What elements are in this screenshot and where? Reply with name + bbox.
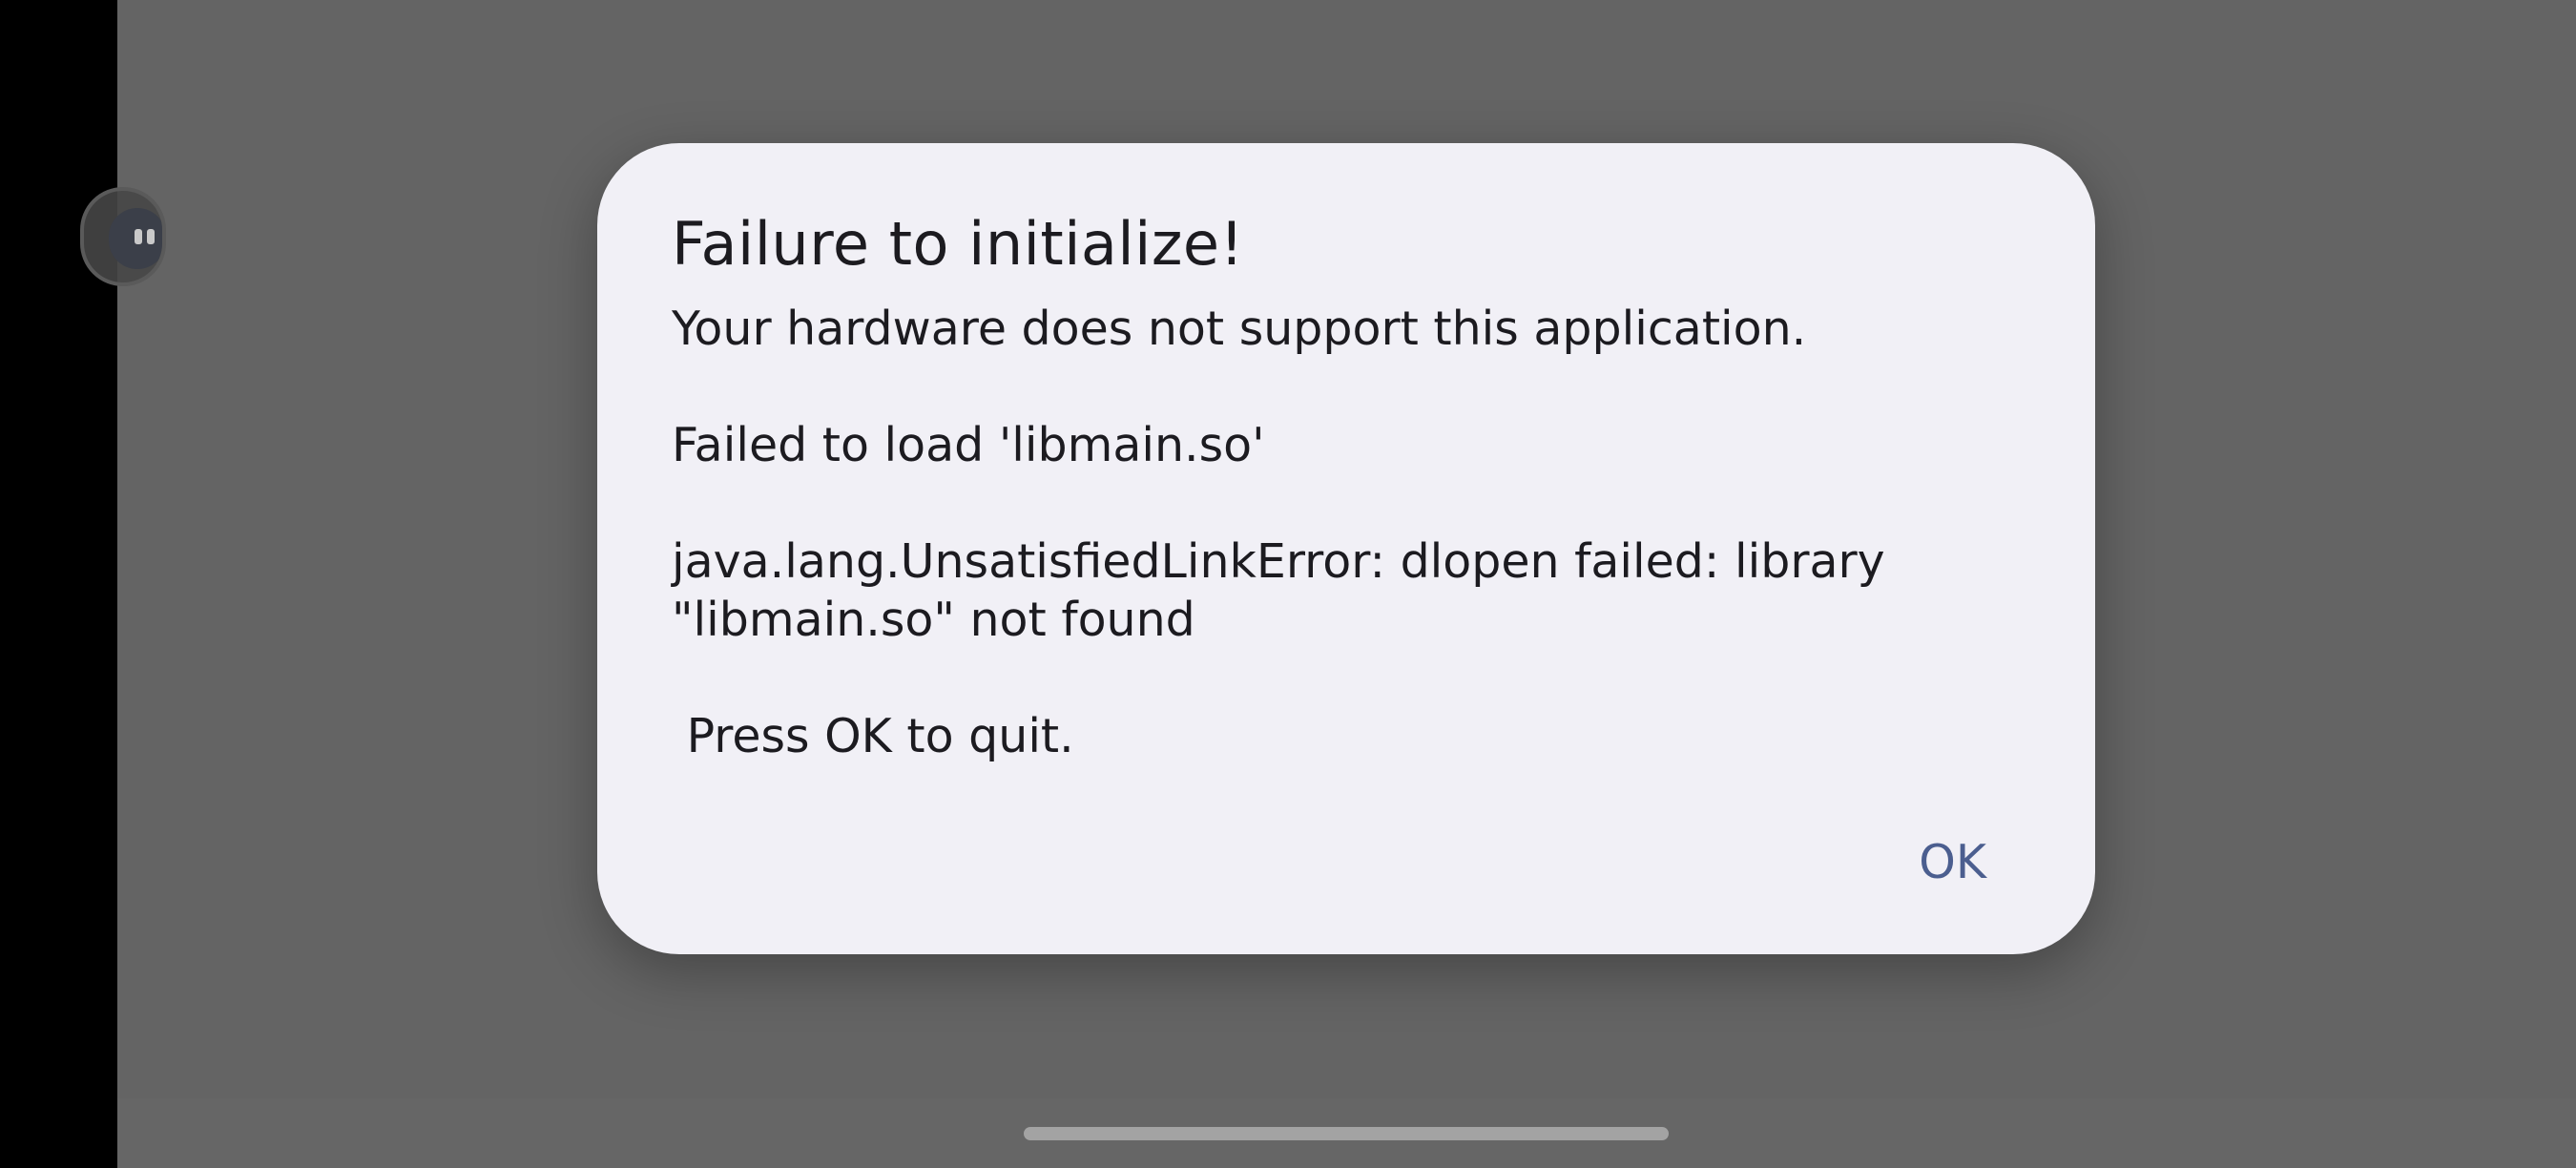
floating-assistant-eye-right [147, 229, 155, 244]
floating-assistant-icon[interactable] [80, 187, 166, 286]
dialog-message: Your hardware does not support this appl… [672, 302, 1885, 763]
gesture-handle[interactable] [1024, 1127, 1669, 1140]
floating-assistant-eye-left [135, 229, 142, 244]
display-cutout-bar [0, 0, 117, 1168]
screen: Failure to initialize! Your hardware doe… [0, 0, 2576, 1168]
dialog-title: Failure to initialize! [672, 209, 1244, 279]
error-dialog: Failure to initialize! Your hardware doe… [597, 143, 2095, 954]
ok-button[interactable]: OK [1913, 824, 1992, 901]
